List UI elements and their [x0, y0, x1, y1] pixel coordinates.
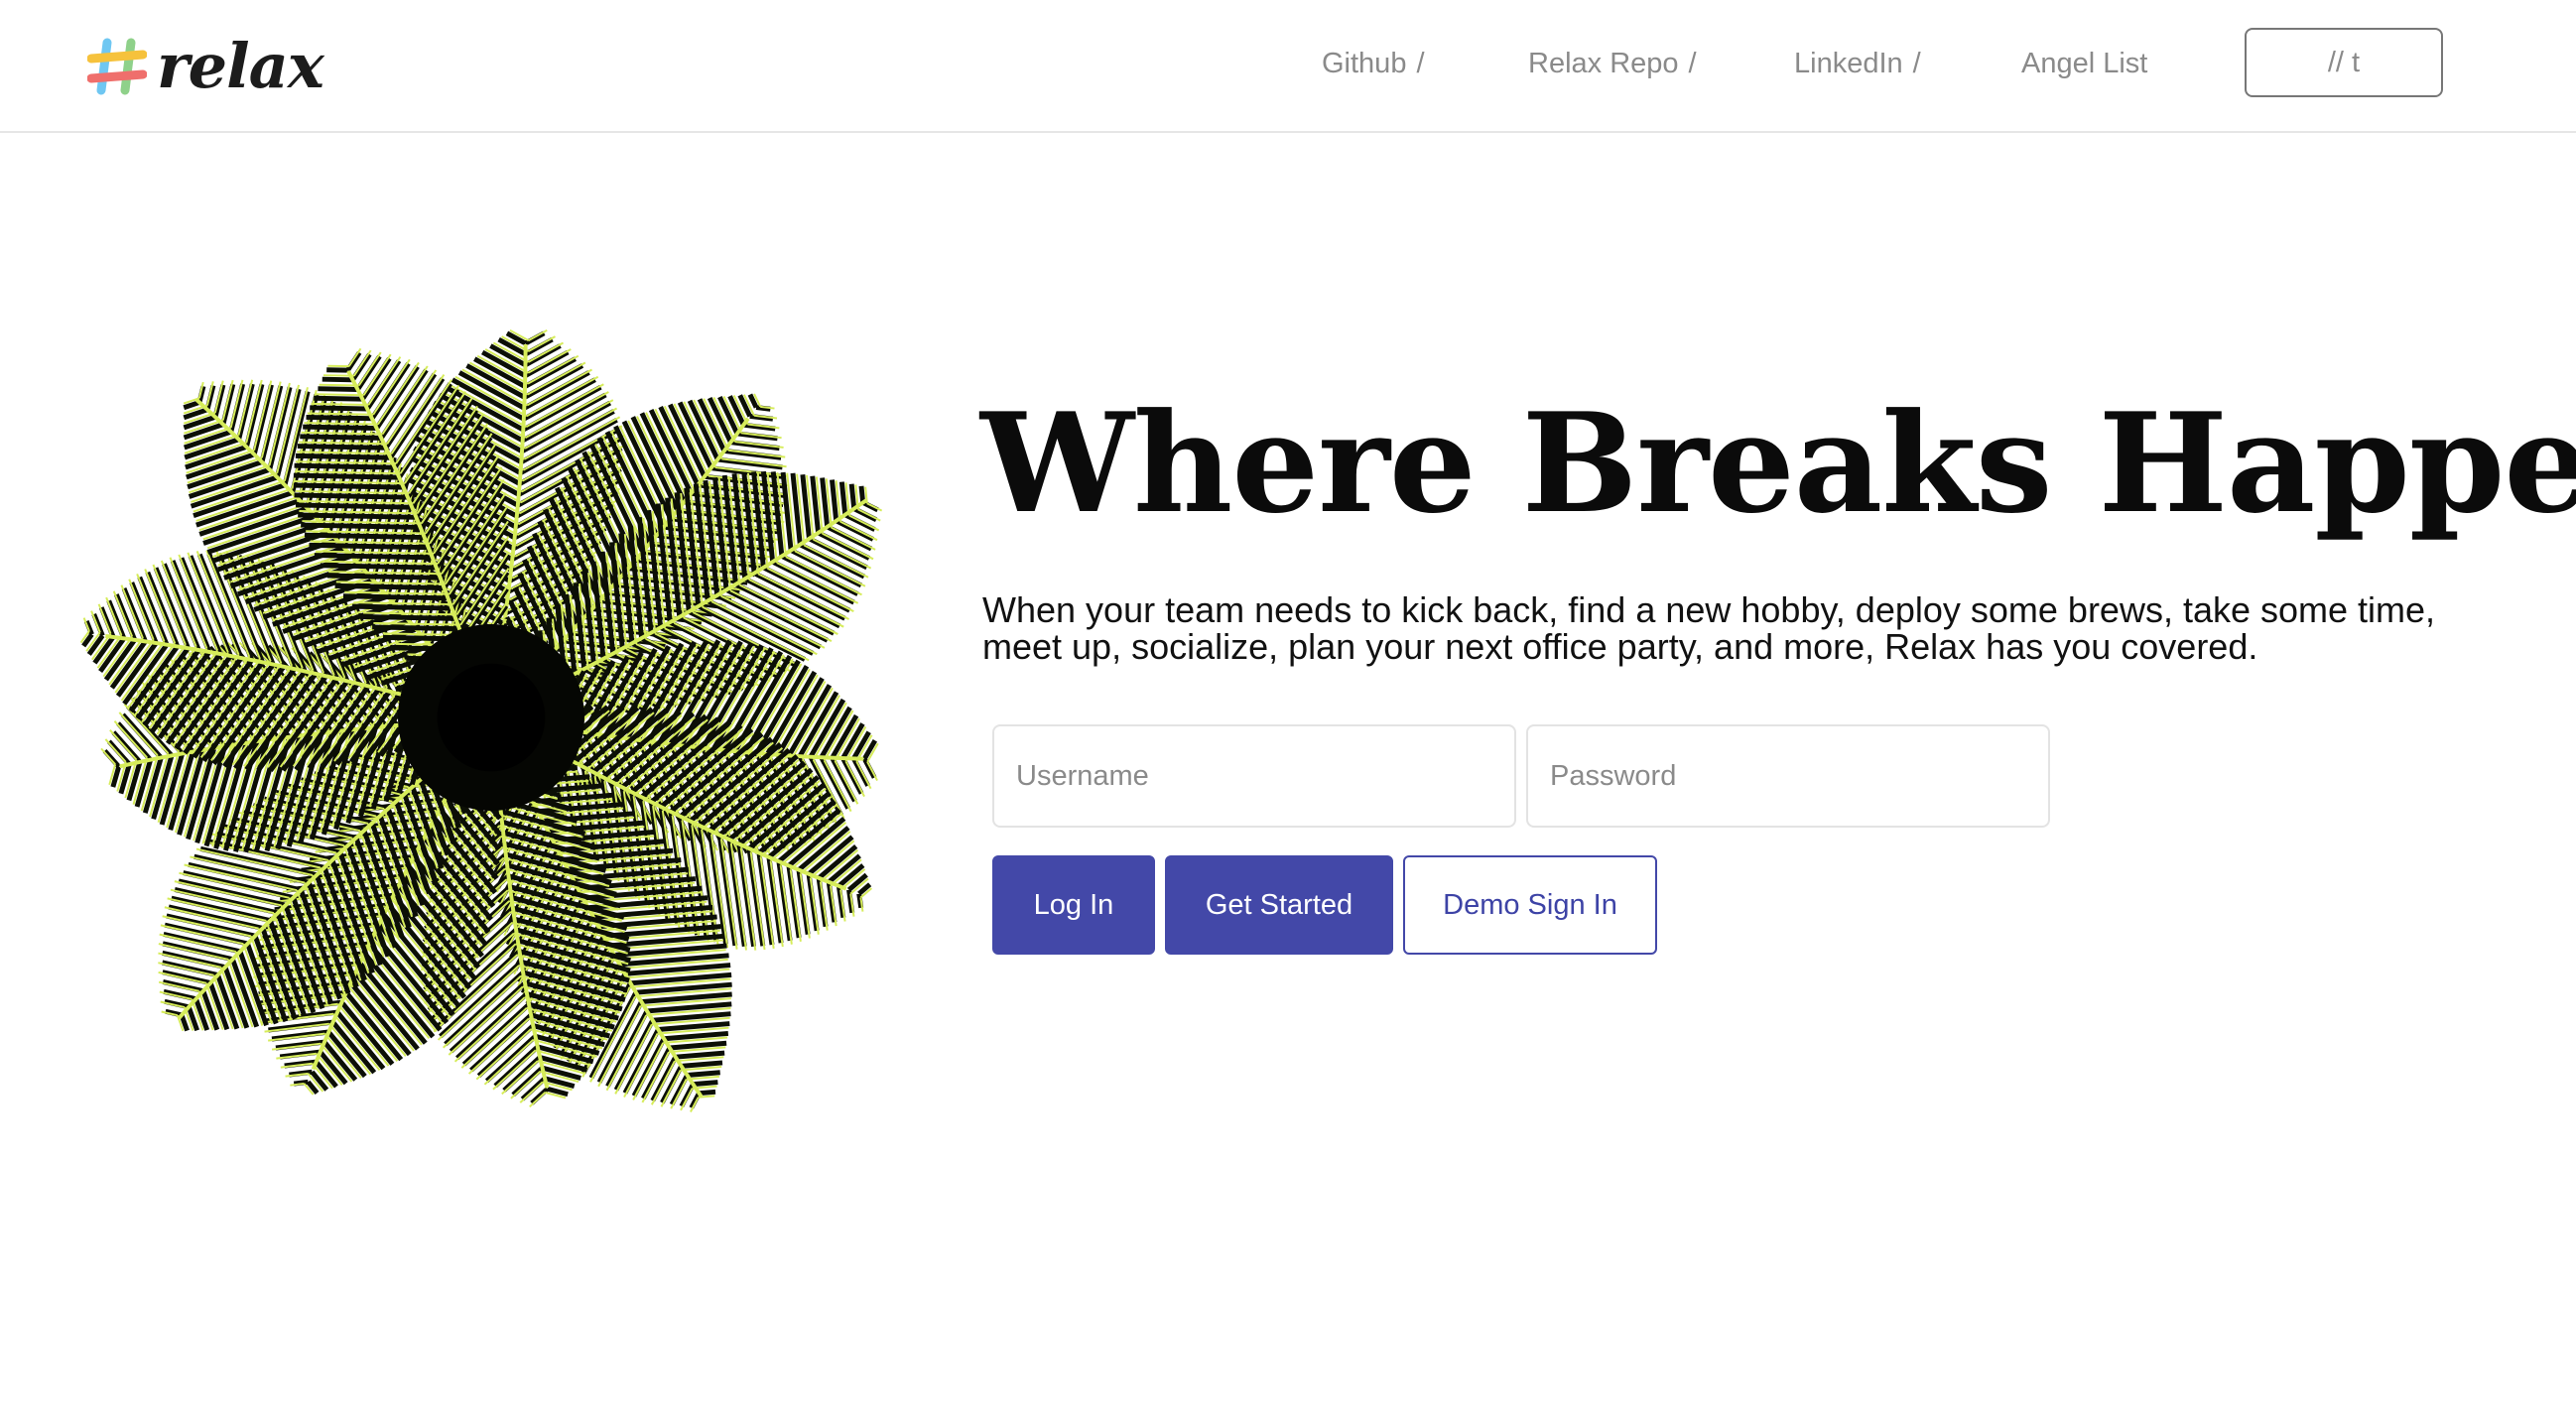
nav-link-angel-list[interactable]: Angel List	[2021, 44, 2147, 83]
nav-action-button[interactable]: // t	[2245, 28, 2443, 97]
nav-link-linkedin[interactable]: LinkedIn /	[1794, 44, 1921, 83]
get-started-button[interactable]: Get Started	[1165, 855, 1393, 955]
nav-link-github[interactable]: Github /	[1322, 44, 1425, 83]
palm-fronds-image	[79, 328, 883, 1112]
login-button[interactable]: Log In	[992, 855, 1155, 955]
password-input[interactable]	[1526, 724, 2050, 828]
nav-links: Github / Relax Repo / LinkedIn / Angel List	[0, 44, 2576, 83]
username-input[interactable]	[992, 724, 1516, 828]
hero-subtitle: When your team needs to kick back, find …	[982, 589, 2436, 667]
demo-sign-in-button[interactable]: Demo Sign In	[1403, 855, 1657, 955]
hero-title: Where Breaks Happen	[980, 382, 2576, 544]
nav-link-relax-repo[interactable]: Relax Repo /	[1528, 44, 1697, 83]
top-navbar: relax Github / Relax Repo / LinkedIn / Ange…	[0, 0, 2576, 133]
